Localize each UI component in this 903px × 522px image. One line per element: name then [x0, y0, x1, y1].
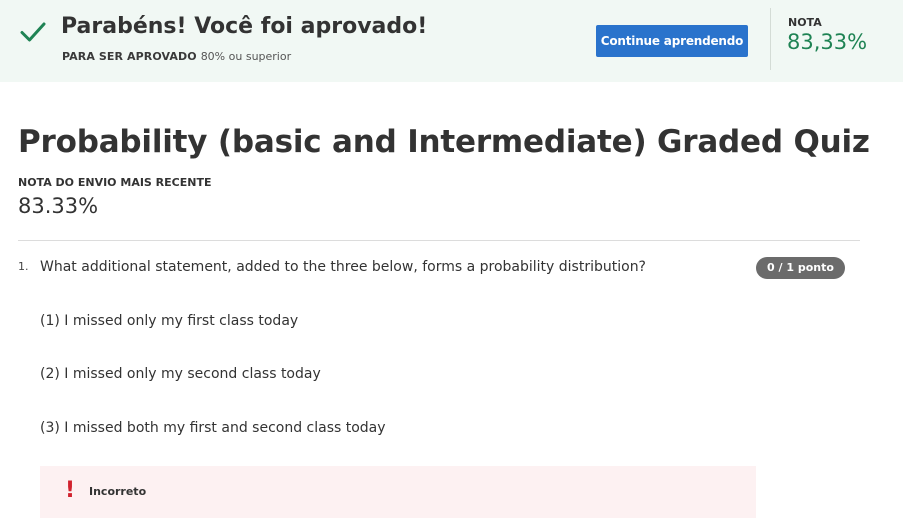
pass-requirement: PARA SER APROVADO 80% ou superior	[62, 50, 291, 63]
pass-requirement-label: PARA SER APROVADO	[62, 50, 197, 63]
exclamation-icon: !	[65, 478, 76, 503]
recent-submission-grade: 83.33%	[18, 194, 99, 218]
statement-item: (2) I missed only my second class today	[40, 366, 321, 382]
recent-submission-label: NOTA DO ENVIO MAIS RECENTE	[18, 176, 212, 189]
feedback-text: Incorreto	[89, 485, 147, 498]
grade-value: 83,33%	[787, 30, 868, 54]
statement-item: (1) I missed only my first class today	[40, 313, 299, 329]
section-divider	[18, 240, 860, 241]
statement-item: (3) I missed both my first and second cl…	[40, 420, 386, 436]
banner-divider	[770, 8, 771, 70]
grade-label: NOTA	[788, 16, 822, 29]
continue-learning-button[interactable]: Continue aprendendo	[596, 25, 748, 57]
success-banner: Parabéns! Você foi aprovado! PARA SER AP…	[0, 0, 903, 82]
page-title: Probability (basic and Intermediate) Gra…	[18, 124, 870, 160]
feedback-incorrect: ! Incorreto	[40, 466, 756, 518]
question-text: What additional statement, added to the …	[40, 259, 646, 275]
pass-requirement-value: 80% ou superior	[200, 50, 292, 63]
check-icon	[20, 22, 46, 42]
points-badge: 0 / 1 ponto	[756, 257, 845, 279]
banner-title: Parabéns! Você foi aprovado!	[61, 14, 428, 39]
question-number: 1.	[18, 260, 29, 273]
